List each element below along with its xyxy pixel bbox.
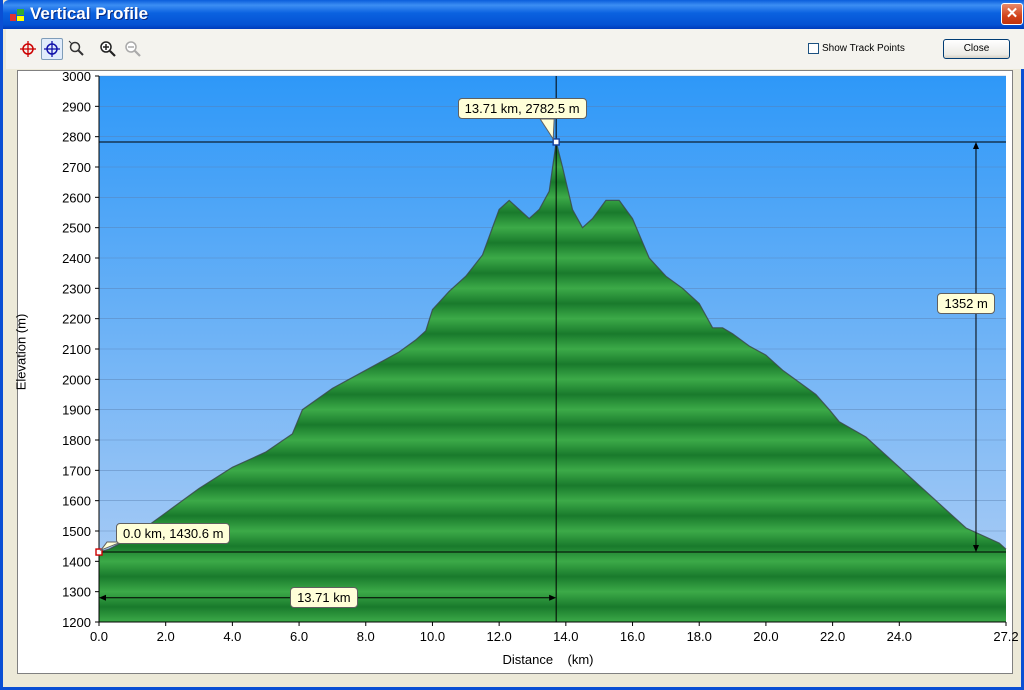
vertical-profile-window: Vertical Profile ✕ Show Track Points Clo… [0, 0, 1024, 690]
x-tick-label: 22.0 [820, 629, 845, 644]
x-tick-label: 18.0 [687, 629, 712, 644]
y-tick-label: 1300 [62, 585, 91, 600]
peak-point-callout: 13.71 km, 2782.5 m [457, 98, 587, 120]
x-axis-label: Distance (km) [502, 652, 594, 667]
y-tick-label: 3000 [62, 69, 91, 84]
y-tick-label: 1600 [62, 494, 91, 509]
y-tick-label: 1200 [62, 615, 91, 630]
x-tick-label: 2.0 [157, 629, 175, 644]
x-tick-label: 24.0 [887, 629, 912, 644]
y-tick-label: 2600 [62, 190, 91, 205]
y-tick-label: 2700 [62, 160, 91, 175]
x-tick-label: 4.0 [223, 629, 241, 644]
y-tick-label: 2800 [62, 130, 91, 145]
y-tick-label: 2500 [62, 221, 91, 236]
y-tick-label: 2900 [62, 99, 91, 114]
y-tick-label: 1500 [62, 524, 91, 539]
x-tick-label: 27.2 [993, 629, 1018, 644]
y-tick-label: 1800 [62, 433, 91, 448]
x-tick-label: 0.0 [90, 629, 108, 644]
y-axis-label: Elevation (m) [13, 313, 29, 391]
x-tick-label: 6.0 [290, 629, 308, 644]
x-tick-label: 20.0 [753, 629, 778, 644]
peak-point-marker[interactable] [552, 138, 560, 146]
y-tick-label: 1700 [62, 463, 91, 478]
x-tick-label: 16.0 [620, 629, 645, 644]
y-tick-label: 2100 [62, 342, 91, 357]
y-tick-label: 2400 [62, 251, 91, 266]
y-tick-label: 1900 [62, 403, 91, 418]
y-tick-label: 2300 [62, 281, 91, 296]
y-tick-label: 2200 [62, 312, 91, 327]
distance-measure-label: 13.71 km [290, 587, 358, 609]
x-tick-label: 12.0 [486, 629, 511, 644]
x-tick-label: 10.0 [420, 629, 445, 644]
x-tick-label: 8.0 [357, 629, 375, 644]
x-tick-label: 14.0 [553, 629, 578, 644]
start-point-callout: 0.0 km, 1430.6 m [116, 522, 231, 544]
elevation-measure-label: 1352 m [937, 292, 995, 314]
y-tick-label: 1400 [62, 554, 91, 569]
y-tick-label: 2000 [62, 372, 91, 387]
